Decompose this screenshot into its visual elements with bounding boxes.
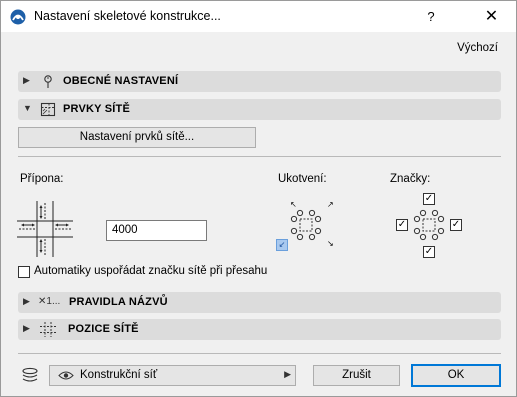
grid-element-icon [40, 102, 56, 117]
dialog-window: Nastavení skeletové konstrukce... ? ✕ Vý… [0, 0, 517, 397]
collapse-arrow-icon: ▼ [23, 103, 32, 113]
help-button[interactable]: ? [411, 1, 451, 32]
section-general-settings[interactable]: ▶ OBECNÉ NASTAVENÍ [18, 71, 501, 92]
section-grid-position-label: POZICE SÍTĚ [68, 323, 139, 335]
divider [18, 156, 501, 157]
defaults-link[interactable]: Výchozí [457, 42, 498, 54]
anchor-top-right-icon[interactable]: ↗ [327, 200, 334, 209]
markers-selector: ✓ ✓ ✓ ✓ [394, 191, 464, 261]
section-naming-rules[interactable]: ▶ ✕1... PRAVIDLA NÁZVŮ [18, 292, 501, 313]
auto-arrange-label: Automatiky uspořádat značku sítě při pře… [34, 265, 268, 277]
window-title: Nastavení skeletové konstrukce... [34, 9, 221, 23]
title-bar: Nastavení skeletové konstrukce... ? ✕ [1, 1, 516, 32]
marker-right-checkbox[interactable]: ✓ [450, 219, 462, 231]
expand-arrow-icon: ▶ [23, 75, 30, 85]
section-grid-elements[interactable]: ▼ PRVKY SÍTĚ [18, 99, 501, 120]
eye-icon[interactable] [58, 370, 74, 381]
section-grid-position[interactable]: ▶ POZICE SÍTĚ [18, 319, 501, 340]
expand-arrow-icon: ▶ [23, 323, 30, 333]
marker-left-checkbox[interactable]: ✓ [396, 219, 408, 231]
cancel-button[interactable]: Zrušit [313, 365, 400, 386]
anchor-top-left-icon[interactable]: ↖ [290, 200, 297, 209]
ok-button[interactable]: OK [411, 364, 501, 387]
anchor-bottom-right-icon[interactable]: ↘ [327, 239, 334, 248]
expand-arrow-icon: ▶ [23, 296, 30, 306]
anchor-bottom-left-icon[interactable]: ↙ [276, 239, 288, 251]
naming-icon: ✕1... [38, 296, 61, 307]
layer-select-value: Konstrukční síť [80, 369, 158, 381]
divider [18, 353, 501, 354]
pin-icon [44, 75, 52, 88]
suffix-input[interactable]: 4000 [106, 220, 207, 241]
section-general-label: OBECNÉ NASTAVENÍ [63, 75, 179, 87]
grid-element-settings-button[interactable]: Nastavení prvků sítě... [18, 127, 256, 148]
grid-dimension-icon [17, 201, 73, 257]
suffix-label: Přípona: [20, 173, 64, 185]
anchor-label: Ukotvení: [278, 173, 327, 185]
section-naming-rules-label: PRAVIDLA NÁZVŮ [69, 296, 168, 308]
grid-position-icon [40, 322, 56, 337]
section-grid-elements-label: PRVKY SÍTĚ [63, 103, 131, 115]
layers-icon [22, 367, 38, 382]
marker-top-checkbox[interactable]: ✓ [423, 193, 435, 205]
anchor-selector: ↖ ↗ ↙ ↘ [275, 198, 337, 252]
auto-arrange-checkbox[interactable] [18, 266, 30, 278]
app-logo-icon [10, 9, 26, 25]
close-button[interactable]: ✕ [467, 1, 516, 32]
marker-bottom-checkbox[interactable]: ✓ [423, 246, 435, 258]
dropdown-arrow-icon: ▶ [284, 369, 291, 379]
markers-label: Značky: [390, 173, 431, 185]
layer-select[interactable]: Konstrukční síť ▶ [49, 365, 296, 386]
